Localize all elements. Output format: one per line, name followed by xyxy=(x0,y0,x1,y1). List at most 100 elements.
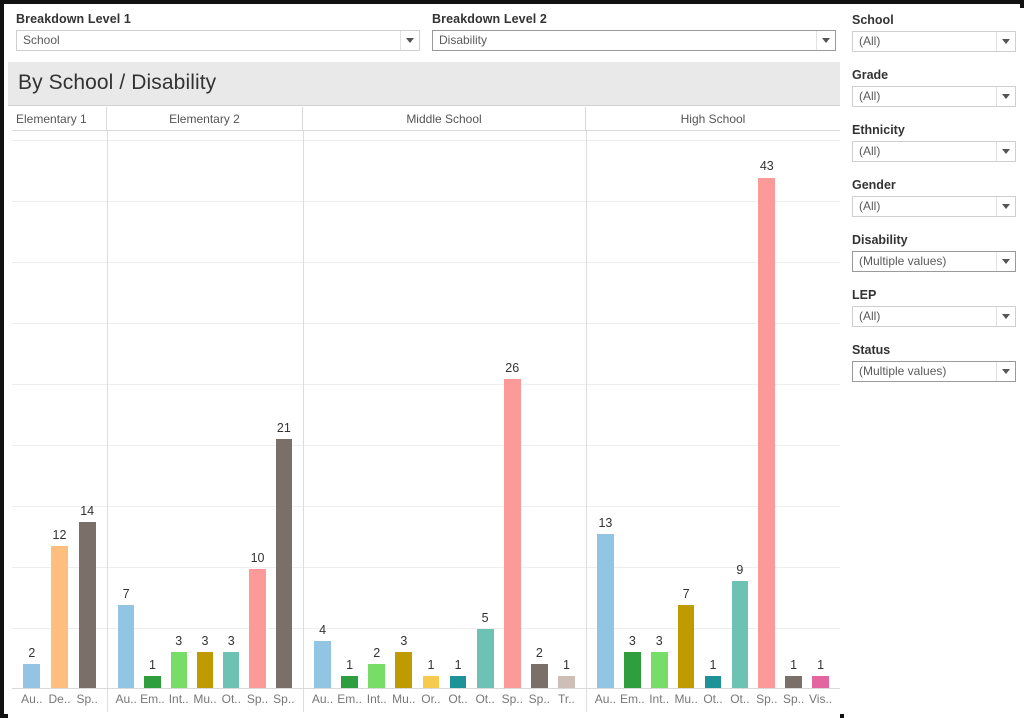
bar[interactable] xyxy=(422,676,440,688)
bar-value-label: 3 xyxy=(655,634,663,649)
chevron-down-icon[interactable] xyxy=(996,87,1015,106)
x-axis-tick-label: Sp.. xyxy=(76,692,98,706)
bar[interactable] xyxy=(530,664,548,688)
filter-lep: LEP (All) xyxy=(852,288,1016,327)
bar[interactable] xyxy=(623,652,641,688)
bar-value-label: 1 xyxy=(148,658,156,673)
bar[interactable] xyxy=(731,581,749,688)
chevron-down-icon[interactable] xyxy=(996,32,1015,51)
chevron-down-icon[interactable] xyxy=(996,362,1015,381)
group-divider xyxy=(107,131,108,688)
x-axis-tick-label: Ot.. xyxy=(475,692,495,706)
chevron-down-icon[interactable] xyxy=(996,197,1015,216)
bar[interactable] xyxy=(503,379,521,688)
x-axis-tick-label: Int.. xyxy=(366,692,387,706)
x-axis-tick-label: Au.. xyxy=(115,692,137,706)
group-divider xyxy=(586,689,587,712)
x-axis-tick-label: Au.. xyxy=(311,692,334,706)
bar[interactable] xyxy=(144,676,161,688)
bar[interactable] xyxy=(812,676,829,688)
bar-value-label: 9 xyxy=(736,563,744,578)
gridline xyxy=(12,140,840,141)
chevron-down-icon[interactable] xyxy=(996,307,1015,326)
bar[interactable] xyxy=(785,676,802,688)
bar[interactable] xyxy=(223,652,240,688)
bar[interactable] xyxy=(170,652,187,688)
bar[interactable] xyxy=(23,664,41,688)
breakdown-level-1-dropdown[interactable]: School xyxy=(16,30,420,51)
bar[interactable] xyxy=(558,676,575,688)
filter-dropdown[interactable]: (All) xyxy=(852,306,1016,327)
breakdown-level-2-label: Breakdown Level 2 xyxy=(432,12,547,26)
bar[interactable] xyxy=(314,640,331,688)
filter-dropdown[interactable]: (All) xyxy=(852,31,1016,52)
x-axis-tick-label: Sp.. xyxy=(501,692,523,706)
bar-value-label: 21 xyxy=(276,420,291,435)
filter-dropdown[interactable]: (All) xyxy=(852,196,1016,217)
chart-panel: By School / Disability Elementary 1 Eleme… xyxy=(8,62,840,718)
bar[interactable] xyxy=(677,604,695,688)
bar[interactable] xyxy=(395,652,413,688)
x-axis: Au.. De.. Sp.. Au.. Em.. Int.. Mu.. Ot.. Sp.. Sp.… xyxy=(12,688,840,714)
filter-rail: School (All) Grade (All) Ethnicity (All) Gende… xyxy=(844,8,1024,718)
bar[interactable] xyxy=(50,545,69,688)
bar[interactable] xyxy=(368,664,386,688)
filter-label: LEP xyxy=(852,288,877,302)
gridline xyxy=(12,445,840,446)
x-axis-tick-label: Ot.. xyxy=(221,692,241,706)
chevron-down-icon[interactable] xyxy=(400,31,419,50)
filter-disability: Disability (Multiple values) xyxy=(852,233,1016,272)
bar[interactable] xyxy=(650,652,668,688)
group-divider xyxy=(303,131,304,688)
bar[interactable] xyxy=(341,676,359,688)
breakdown-level-2-control: Breakdown Level 2 Disability xyxy=(432,12,836,51)
chevron-down-icon[interactable] xyxy=(996,252,1015,271)
filter-value: (Multiple values) xyxy=(859,254,947,268)
filter-dropdown[interactable]: (Multiple values) xyxy=(852,251,1016,272)
group-header-elementary-1: Elementary 1 xyxy=(12,107,107,130)
filter-dropdown[interactable]: (All) xyxy=(852,86,1016,107)
filter-value: (All) xyxy=(859,144,881,158)
x-axis-tick-label: Em.. xyxy=(619,692,645,706)
bar[interactable] xyxy=(78,521,96,688)
bar-value-label: 3 xyxy=(628,634,636,649)
bar[interactable] xyxy=(476,628,494,688)
x-axis-tick-label: Ot.. xyxy=(730,692,750,706)
bar[interactable] xyxy=(758,177,776,688)
x-axis-tick-label: Sp.. xyxy=(756,692,778,706)
bar[interactable] xyxy=(597,533,614,688)
bar[interactable] xyxy=(449,676,467,688)
bar-value-label: 2 xyxy=(373,646,381,661)
bar[interactable] xyxy=(704,676,722,688)
breakdown-controls-bar: Breakdown Level 1 School Breakdown Level… xyxy=(8,8,840,62)
bar-value-label: 1 xyxy=(562,658,570,673)
bar[interactable] xyxy=(249,569,266,688)
bar[interactable] xyxy=(196,652,214,688)
group-header-high-school: High School xyxy=(680,111,746,126)
bar-value-label: 10 xyxy=(250,551,265,566)
gridline xyxy=(12,323,840,324)
gridline xyxy=(12,384,840,385)
filter-grade: Grade (All) xyxy=(852,68,1016,107)
bar[interactable] xyxy=(117,604,135,688)
bar-value-label: 2 xyxy=(535,646,543,661)
filter-status: Status (Multiple values) xyxy=(852,343,1016,382)
filter-dropdown[interactable]: (All) xyxy=(852,141,1016,162)
chevron-down-icon[interactable] xyxy=(996,142,1015,161)
filter-school: School (All) xyxy=(852,13,1016,52)
filter-dropdown[interactable]: (Multiple values) xyxy=(852,361,1016,382)
bar-value-label: 12 xyxy=(52,527,67,542)
filter-value: (Multiple values) xyxy=(859,364,947,378)
bar-value-label: 3 xyxy=(227,634,235,649)
group-divider xyxy=(586,131,587,688)
chevron-down-icon[interactable] xyxy=(816,31,835,50)
x-axis-tick-label: Sp.. xyxy=(782,692,805,706)
x-axis-tick-label: Or.. xyxy=(421,692,441,706)
bar-value-label: 7 xyxy=(682,586,690,601)
bar-value-label: 14 xyxy=(80,503,95,518)
bar[interactable] xyxy=(275,438,292,688)
group-divider xyxy=(303,689,304,712)
breakdown-level-2-dropdown[interactable]: Disability xyxy=(432,30,836,51)
bar-value-label: 3 xyxy=(400,634,408,649)
x-axis-tick-label: Mu.. xyxy=(193,692,217,706)
